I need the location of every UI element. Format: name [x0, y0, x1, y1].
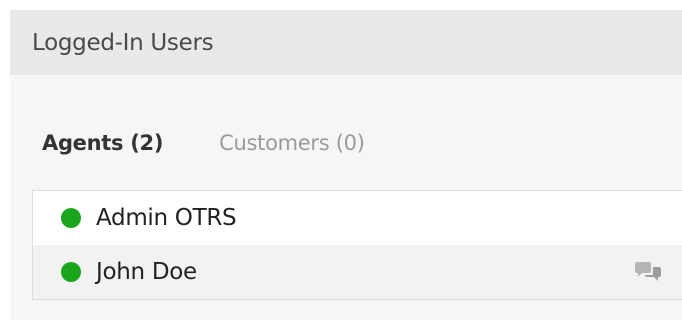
- logged-in-users-widget: Logged-In Users Agents (2) Customers (0)…: [10, 10, 682, 320]
- tab-agents[interactable]: Agents (2): [42, 131, 163, 155]
- online-status-icon: [61, 208, 81, 228]
- list-item: Admin OTRS: [33, 191, 682, 245]
- user-name: Admin OTRS: [96, 205, 237, 231]
- online-status-icon: [61, 262, 81, 282]
- widget-header: Logged-In Users: [10, 10, 682, 75]
- tab-customers[interactable]: Customers (0): [219, 131, 365, 155]
- chat-icon[interactable]: [633, 261, 663, 283]
- user-name: John Doe: [96, 259, 197, 285]
- list-item: John Doe: [33, 245, 682, 299]
- user-type-tabs: Agents (2) Customers (0): [10, 118, 365, 168]
- widget-title: Logged-In Users: [32, 29, 214, 56]
- user-list: Admin OTRS John Doe: [32, 190, 682, 300]
